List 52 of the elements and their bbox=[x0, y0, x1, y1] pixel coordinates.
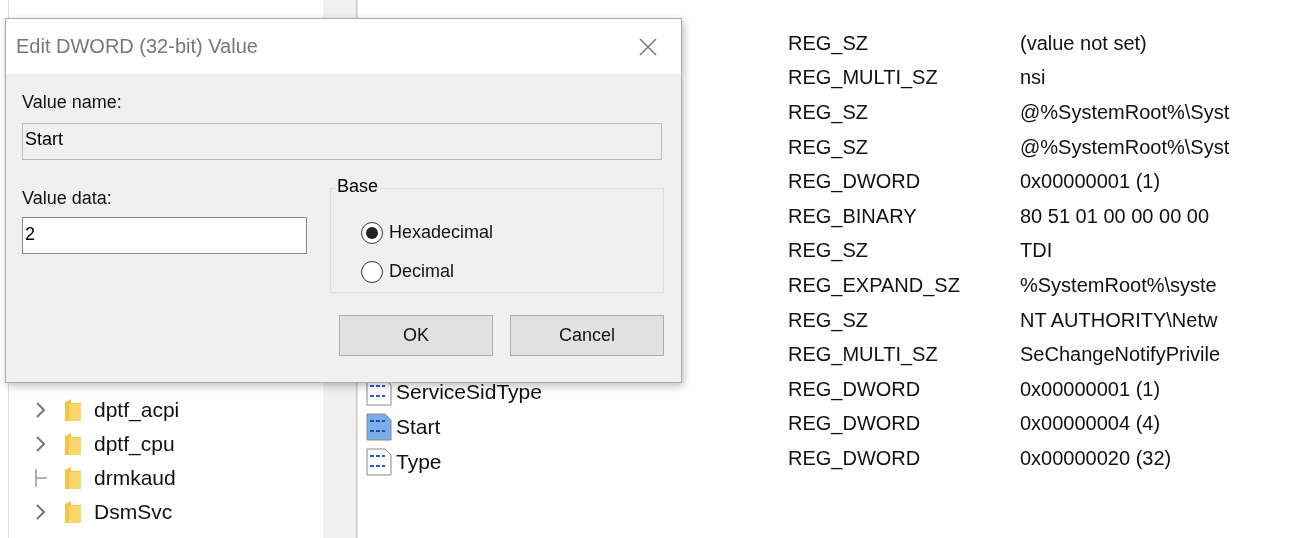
field-label: Value name: bbox=[22, 92, 122, 113]
type-cell-text: REG_SZ bbox=[788, 101, 870, 124]
data-cell: 0x00000004 (4) bbox=[1020, 412, 1161, 436]
folder-icon bbox=[63, 466, 83, 490]
radio-label[interactable]: Decimal bbox=[389, 261, 454, 282]
value-name[interactable]: ServiceSidType bbox=[396, 379, 542, 404]
data-cell: nsi bbox=[1020, 66, 1046, 90]
type-cell-text: REG_DWORD bbox=[788, 446, 922, 470]
type-cell-text: REG_DWORD bbox=[788, 377, 922, 401]
type-cell-text: REG_SZ bbox=[788, 239, 870, 263]
value-name-field[interactable]: Start bbox=[22, 123, 662, 160]
type-cell-text: REG_EXPAND_SZ bbox=[788, 273, 961, 297]
type-cell-text: REG_BINARY bbox=[788, 204, 918, 228]
type-cell-text: REG_DWORD bbox=[788, 170, 922, 194]
type-cell-text: REG_DWORD bbox=[788, 412, 922, 436]
close-icon[interactable] bbox=[639, 37, 657, 56]
tree-item[interactable]: dptf_cpu bbox=[94, 432, 175, 456]
data-cell: %SystemRoot%\syste bbox=[1020, 273, 1217, 297]
ok-button[interactable]: OK bbox=[339, 315, 493, 356]
data-cell: SeChangeNotifyPrivile bbox=[1020, 343, 1221, 367]
data-cell: 0x00000001 (1) bbox=[1020, 377, 1161, 401]
data-cell: 0x00000020 (32) bbox=[1020, 446, 1172, 470]
value-name[interactable]: Start bbox=[396, 414, 441, 439]
type-cell-text: REG_SZ bbox=[788, 31, 870, 55]
data-cell: @%SystemRoot%\Syst bbox=[1020, 135, 1230, 159]
radio-button[interactable] bbox=[361, 221, 383, 244]
data-cell: NT AUTHORITY\Netw bbox=[1020, 308, 1218, 332]
field-label: Value data: bbox=[22, 188, 112, 209]
tree-item[interactable]: dptf_acpi bbox=[94, 398, 180, 422]
data-cell: TDI bbox=[1020, 239, 1053, 263]
data-cell: 80 51 01 00 00 00 00 bbox=[1020, 204, 1210, 228]
value-name[interactable]: Type bbox=[396, 449, 442, 474]
radio-label[interactable]: Hexadecimal bbox=[389, 222, 494, 243]
radio-button[interactable] bbox=[361, 260, 383, 283]
chevron-icon[interactable] bbox=[35, 401, 47, 419]
folder-icon bbox=[63, 432, 83, 456]
cancel-button[interactable]: Cancel bbox=[510, 315, 664, 356]
type-cell-text: REG_SZ bbox=[788, 308, 870, 332]
tree-item[interactable]: drmkaud bbox=[94, 466, 176, 490]
chevron-icon[interactable] bbox=[35, 503, 47, 521]
data-cell: (value not set) bbox=[1020, 31, 1147, 55]
type-cell-text: REG_MULTI_SZ bbox=[788, 66, 939, 90]
type-cell-text: REG_SZ bbox=[788, 135, 870, 159]
folder-icon bbox=[63, 398, 83, 422]
type-cell-text: REG_MULTI_SZ bbox=[788, 343, 939, 367]
chevron-icon[interactable] bbox=[35, 435, 47, 453]
window-title: Edit DWORD (32-bit) Value bbox=[16, 35, 258, 58]
data-cell: @%SystemRoot%\Syst bbox=[1020, 101, 1230, 124]
data-cell: 0x00000001 (1) bbox=[1020, 170, 1161, 194]
tree-item[interactable]: DsmSvc bbox=[94, 500, 173, 524]
value-data-field[interactable]: 2 bbox=[22, 217, 307, 254]
folder-icon bbox=[63, 500, 83, 524]
